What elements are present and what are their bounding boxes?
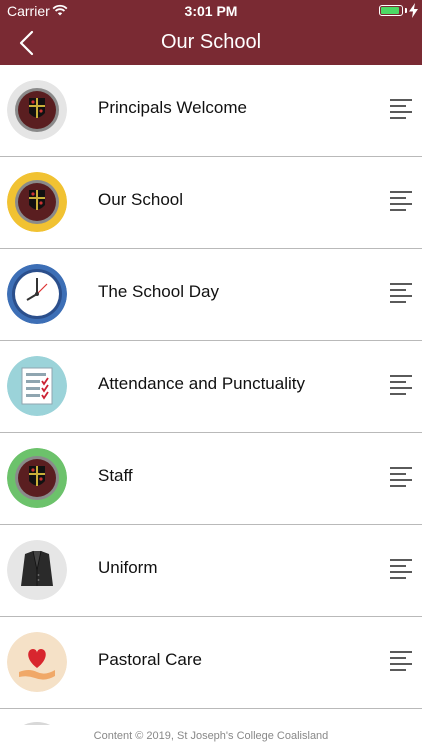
navigation-bar: Our School <box>0 22 422 65</box>
menu-lines-icon <box>390 375 412 395</box>
battery-cap <box>405 8 407 13</box>
item-label: Attendance and Punctuality <box>98 374 305 393</box>
menu-lines-icon <box>390 559 412 579</box>
battery-fill <box>381 7 399 14</box>
battery-icon <box>379 5 403 16</box>
menu-lines-icon <box>390 283 412 303</box>
school-crest-icon <box>7 172 67 232</box>
list-item-pastoral-care[interactable]: Pastoral Care <box>0 617 422 709</box>
status-bar: Carrier 3:01 PM <box>0 0 422 22</box>
item-label: Our School <box>98 190 184 209</box>
list-item-principals-welcome[interactable]: Principals Welcome <box>0 65 422 157</box>
blazer-icon <box>7 540 67 600</box>
menu-lines-icon <box>390 191 412 211</box>
item-label: Staff <box>98 466 133 485</box>
list-item-our-school[interactable]: Our School <box>0 157 422 249</box>
menu-list: Principals Welcome Our School The School… <box>0 65 422 725</box>
item-label: Principals Welcome <box>98 98 247 117</box>
menu-lines-icon <box>390 651 412 671</box>
item-label: Pastoral Care <box>98 650 202 669</box>
school-crest-icon <box>7 448 67 508</box>
school-crest-icon <box>7 80 67 140</box>
item-label: Uniform <box>98 558 158 577</box>
status-time: 3:01 PM <box>184 3 238 19</box>
list-item-school-day[interactable]: The School Day <box>0 249 422 341</box>
copyright-footer: Content © 2019, St Joseph's College Coal… <box>0 725 422 750</box>
menu-lines-icon <box>390 99 412 119</box>
checklist-icon <box>7 356 67 416</box>
list-item-staff[interactable]: Staff <box>0 433 422 525</box>
list-item-uniform[interactable]: Uniform <box>0 525 422 617</box>
list-item-attendance[interactable]: Attendance and Punctuality <box>0 341 422 433</box>
charging-bolt-icon <box>409 3 418 18</box>
page-title: Our School <box>160 31 262 53</box>
item-label: The School Day <box>98 282 219 301</box>
heart-hand-icon <box>7 632 67 692</box>
list-item-partial[interactable] <box>0 709 422 725</box>
menu-lines-icon <box>390 467 412 487</box>
clock-icon <box>7 264 67 324</box>
